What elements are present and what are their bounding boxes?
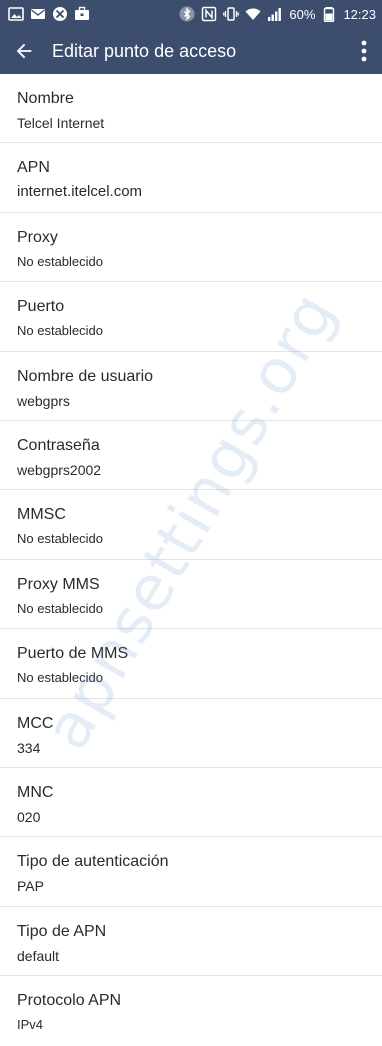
setting-value: webgprs [17, 392, 70, 409]
setting-proxy[interactable]: Proxy No establecido [0, 213, 382, 283]
setting-value: PAP [17, 878, 44, 895]
setting-label: Proxy [17, 228, 58, 246]
setting-label: Protocolo APN [17, 992, 122, 1010]
image-icon [8, 6, 24, 22]
setting-mmsc[interactable]: MMSC No establecido [0, 490, 382, 560]
battery-icon [321, 6, 337, 22]
setting-value: Telcel Internet [17, 115, 105, 131]
setting-proxy-mms[interactable]: Proxy MMS No establecido [0, 560, 382, 630]
status-notifications [8, 6, 90, 22]
setting-label: Contraseña [17, 436, 100, 454]
mail-icon [30, 6, 46, 22]
setting-nombre-de-usuario[interactable]: Nombre de usuario webgprs [0, 352, 382, 421]
setting-label: Tipo de autenticación [17, 853, 169, 871]
setting-contrasena[interactable]: Contraseña webgprs2002 [0, 421, 382, 491]
apn-settings-list: Nombre Telcel Internet APN internet.itel… [0, 74, 382, 1045]
setting-value: webgprs2002 [17, 461, 102, 478]
app-bar: Editar punto de acceso [0, 28, 382, 74]
setting-puerto-de-mms[interactable]: Puerto de MMS No establecido [0, 629, 382, 699]
setting-puerto[interactable]: Puerto No establecido [0, 282, 382, 352]
more-vert-icon [361, 40, 367, 62]
setting-label: MNC [17, 783, 54, 801]
setting-label: APN [17, 159, 50, 177]
setting-value: default [17, 947, 60, 964]
status-bar: 60% 12:23 [0, 0, 382, 28]
setting-mcc[interactable]: MCC 334 [0, 699, 382, 768]
blocked-icon [52, 6, 68, 22]
setting-value: No establecido [17, 670, 103, 686]
setting-tipo-de-apn[interactable]: Tipo de APN default [0, 907, 382, 977]
nfc-icon [201, 6, 217, 22]
setting-label: Puerto de MMS [17, 645, 129, 663]
setting-value: 334 [17, 739, 41, 756]
setting-label: MCC [17, 714, 54, 732]
page-title: Editar punto de acceso [52, 40, 237, 61]
setting-value: 020 [17, 808, 41, 825]
battery-level: 60% [289, 6, 316, 22]
arrow-back-icon [16, 43, 32, 59]
setting-value: IPv4 [17, 1017, 44, 1033]
signal-icon [267, 6, 283, 22]
setting-value: No establecido [17, 600, 103, 616]
back-button[interactable] [10, 37, 38, 65]
setting-label: Puerto [17, 298, 65, 316]
setting-value: No establecido [17, 253, 103, 269]
vibrate-icon [223, 6, 240, 22]
setting-label: MMSC [17, 506, 66, 524]
status-system: 60% 12:23 [179, 6, 376, 22]
setting-value: internet.itelcel.com [17, 183, 143, 201]
setting-label: Nombre [17, 90, 74, 107]
setting-value: No establecido [17, 531, 103, 547]
wifi-icon [245, 6, 261, 22]
setting-mnc[interactable]: MNC 020 [0, 768, 382, 838]
setting-label: Tipo de APN [17, 922, 107, 940]
setting-apn[interactable]: APN internet.itelcel.com [0, 143, 382, 213]
setting-protocolo-apn[interactable]: Protocolo APN IPv4 [0, 976, 382, 1045]
setting-label: Nombre de usuario [17, 367, 154, 385]
bluetooth-icon [179, 6, 195, 22]
setting-tipo-de-autenticacion[interactable]: Tipo de autenticación PAP [0, 837, 382, 907]
clock: 12:23 [343, 6, 376, 22]
more-options-button[interactable] [354, 37, 374, 65]
setting-nombre[interactable]: Nombre Telcel Internet [0, 74, 382, 144]
setting-label: Proxy MMS [17, 575, 100, 593]
briefcase-icon [74, 6, 90, 22]
setting-value: No establecido [17, 323, 103, 339]
